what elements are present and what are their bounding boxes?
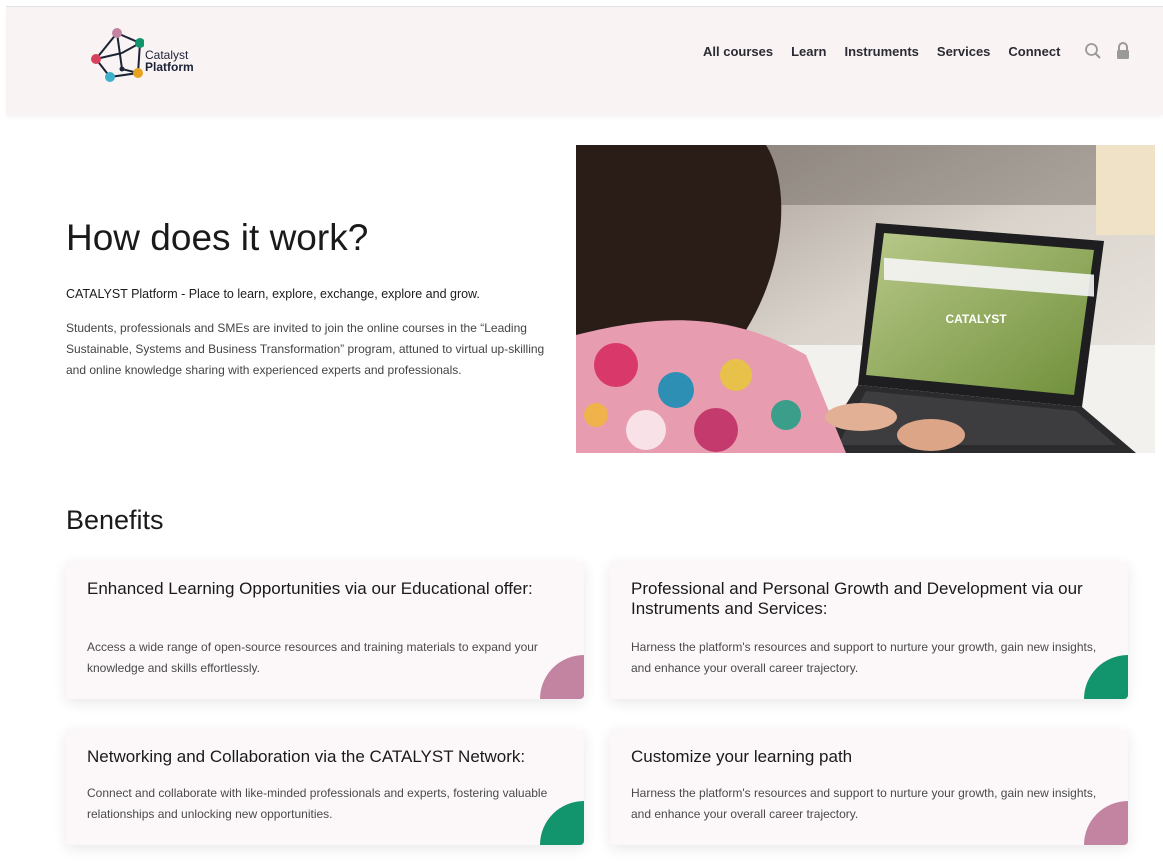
search-icon[interactable] (1084, 41, 1102, 61)
header-icons (1084, 41, 1132, 61)
benefit-card-title: Professional and Personal Growth and Dev… (631, 579, 1083, 618)
nav-instruments[interactable]: Instruments (845, 43, 919, 61)
benefit-card-text: Harness the platform's resources and sup… (631, 786, 1097, 821)
hero-subtitle: CATALYST Platform - Place to learn, expl… (66, 287, 480, 301)
benefit-card-learning[interactable]: Enhanced Learning Opportunities via our … (66, 561, 584, 699)
hero-photo-laptop: CATALYST (576, 145, 1155, 453)
main-nav: All courses Learn Instruments Services C… (703, 43, 1078, 61)
laptop-screen-text: CATALYST (945, 312, 1007, 326)
benefit-card-text: Harness the platform's resources and sup… (631, 640, 1097, 675)
nav-services[interactable]: Services (937, 43, 991, 61)
catalyst-logo[interactable]: Catalyst Platform (82, 23, 212, 87)
benefit-card-text: Connect and collaborate with like-minded… (87, 786, 548, 821)
benefit-card-text: Access a wide range of open-source resou… (87, 640, 538, 675)
nav-all-courses[interactable]: All courses (703, 43, 773, 61)
nav-connect[interactable]: Connect (1008, 43, 1060, 61)
benefit-card-title: Enhanced Learning Opportunities via our … (87, 579, 533, 598)
benefit-card-networking[interactable]: Networking and Collaboration via the CAT… (66, 729, 584, 845)
benefit-card-growth[interactable]: Professional and Personal Growth and Dev… (610, 561, 1128, 699)
hero-description: Students, professionals and SMEs are inv… (66, 321, 545, 377)
benefit-card-learning-path[interactable]: Customize your learning path Harness the… (610, 729, 1128, 845)
logo-network-icon (91, 28, 144, 82)
lock-icon[interactable] (1114, 41, 1132, 61)
benefit-card-title: Networking and Collaboration via the CAT… (87, 747, 526, 766)
page-title: How does it work? (66, 217, 369, 258)
site-header: Catalyst Platform All courses Learn Inst… (6, 6, 1163, 115)
benefit-card-title: Customize your learning path (631, 747, 853, 766)
benefits-heading: Benefits (66, 505, 164, 535)
logo-text-platform: Platform (145, 60, 194, 74)
nav-learn[interactable]: Learn (791, 43, 826, 61)
